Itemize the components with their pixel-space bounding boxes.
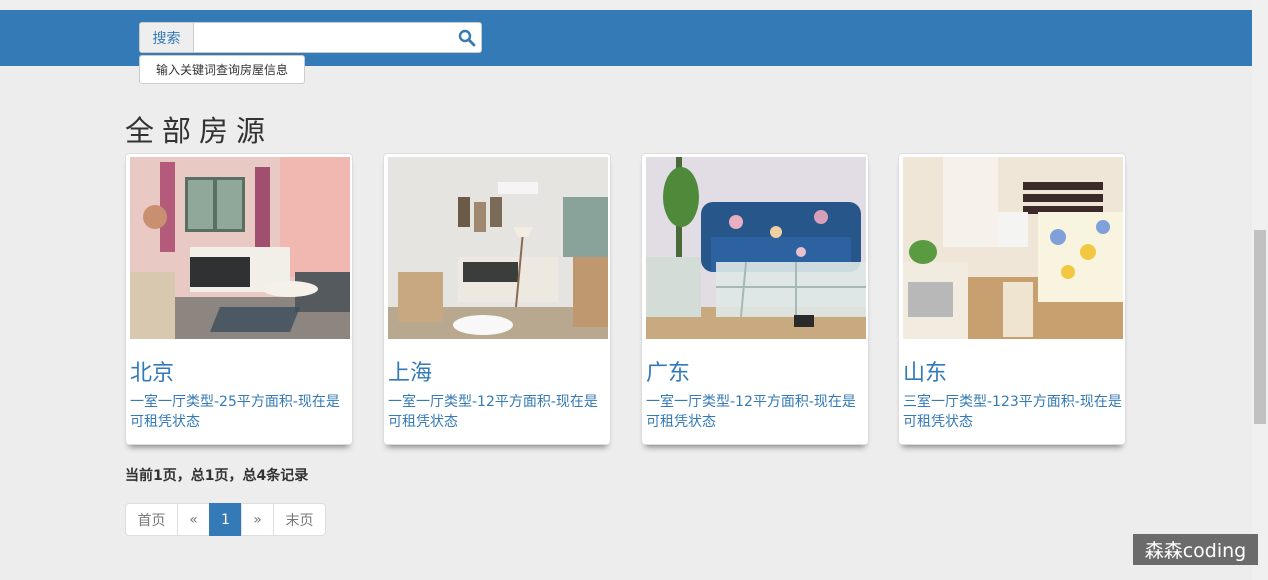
- listing-card-beijing[interactable]: 北京 一室一厅类型-25平方面积-现在是可租凭状态: [125, 153, 353, 445]
- listing-description[interactable]: 一室一厅类型-12平方面积-现在是可租凭状态: [388, 392, 610, 432]
- listing-photo[interactable]: [388, 157, 608, 339]
- prev-page-button[interactable]: «: [177, 503, 210, 536]
- listing-photo[interactable]: [646, 157, 866, 339]
- listing-city[interactable]: 广东: [646, 355, 690, 387]
- listing-card-guangdong[interactable]: 广东 一室一厅类型-12平方面积-现在是可租凭状态: [641, 153, 869, 445]
- listing-city[interactable]: 上海: [388, 355, 432, 387]
- search-input[interactable]: [194, 23, 481, 52]
- listing-description[interactable]: 三室一厅类型-123平方面积-现在是可租凭状态: [903, 392, 1125, 432]
- search-tooltip: 输入关键词查询房屋信息: [139, 55, 305, 84]
- listing-city[interactable]: 北京: [130, 355, 174, 387]
- listing-card-shanghai[interactable]: 上海 一室一厅类型-12平方面积-现在是可租凭状态: [383, 153, 611, 445]
- listing-photo[interactable]: [130, 157, 350, 339]
- pagination: 首页 « 1 » 末页: [125, 503, 326, 536]
- next-page-button[interactable]: »: [241, 503, 274, 536]
- scrollbar-thumb[interactable]: [1254, 230, 1266, 424]
- watermark: 森森coding: [1133, 534, 1258, 565]
- listing-city[interactable]: 山东: [903, 355, 947, 387]
- listing-description[interactable]: 一室一厅类型-25平方面积-现在是可租凭状态: [130, 392, 352, 432]
- search-group: 搜索: [139, 22, 482, 53]
- listing-description[interactable]: 一室一厅类型-12平方面积-现在是可租凭状态: [646, 392, 868, 432]
- first-page-button[interactable]: 首页: [125, 503, 178, 536]
- page-info: 当前1页，总1页，总4条记录: [125, 468, 309, 484]
- last-page-button[interactable]: 末页: [273, 503, 326, 536]
- vertical-scrollbar[interactable]: [1252, 0, 1268, 580]
- listing-photo[interactable]: [903, 157, 1123, 339]
- top-strip: [0, 0, 1252, 10]
- search-addon-label: 搜索: [140, 23, 194, 52]
- search-icon[interactable]: [458, 29, 476, 47]
- page-1-button[interactable]: 1: [209, 503, 242, 536]
- listing-card-shandong[interactable]: 山东 三室一厅类型-123平方面积-现在是可租凭状态: [898, 153, 1126, 445]
- section-title: 全部房源: [125, 114, 274, 148]
